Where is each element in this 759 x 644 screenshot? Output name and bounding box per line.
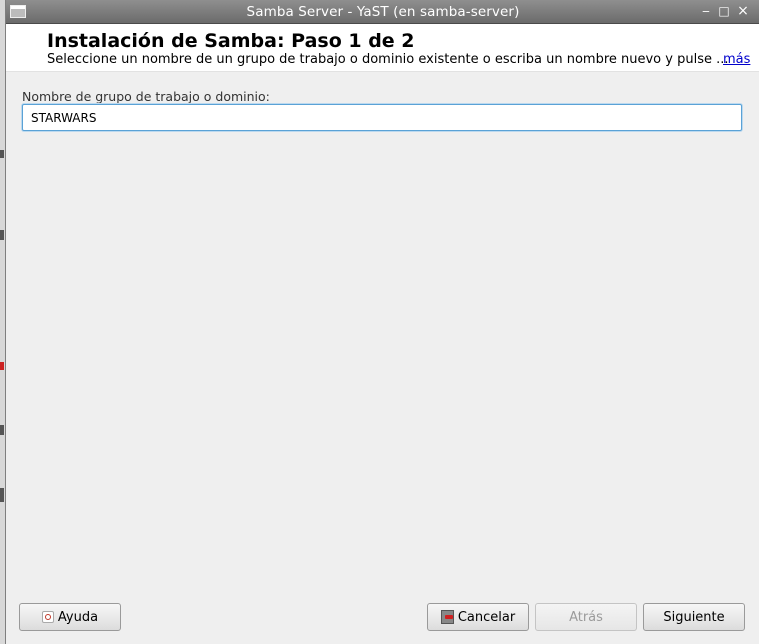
next-button[interactable]: Siguiente (643, 603, 745, 631)
desktop-icon-fragment (0, 488, 4, 502)
exit-icon (440, 610, 454, 624)
page-title: Instalación de Samba: Paso 1 de 2 (47, 30, 415, 52)
desktop-icon-fragment (0, 425, 4, 435)
help-button-label: Ayuda (57, 609, 99, 625)
yast-window: Samba Server - YaST (en samba-server) ‒ … (5, 0, 759, 644)
desktop-icon-fragment (0, 362, 4, 370)
more-link[interactable]: más (723, 52, 750, 67)
wizard-header: Instalación de Samba: Paso 1 de 2 Selecc… (6, 24, 759, 72)
window-title: Samba Server - YaST (en samba-server) (246, 4, 520, 20)
minimize-button[interactable]: ‒ (699, 4, 713, 18)
title-bar[interactable]: Samba Server - YaST (en samba-server) ‒ … (6, 0, 759, 24)
workgroup-input[interactable] (22, 104, 742, 131)
next-button-label: Siguiente (663, 609, 725, 625)
cancel-button-label: Cancelar (457, 609, 516, 625)
close-button[interactable]: × (736, 4, 750, 18)
cancel-button[interactable]: Cancelar (427, 603, 529, 631)
page-description: Seleccione un nombre de un grupo de trab… (47, 52, 729, 67)
back-button-label: Atrás (569, 609, 603, 625)
desktop-icon-fragment (0, 150, 4, 158)
help-button[interactable]: Ayuda (19, 603, 121, 631)
desktop-icon-fragment (0, 230, 4, 240)
maximize-button[interactable]: □ (717, 4, 731, 18)
help-icon (41, 611, 54, 623)
workgroup-label: Nombre de grupo de trabajo o dominio: (22, 89, 270, 104)
back-button[interactable]: Atrás (535, 603, 637, 631)
